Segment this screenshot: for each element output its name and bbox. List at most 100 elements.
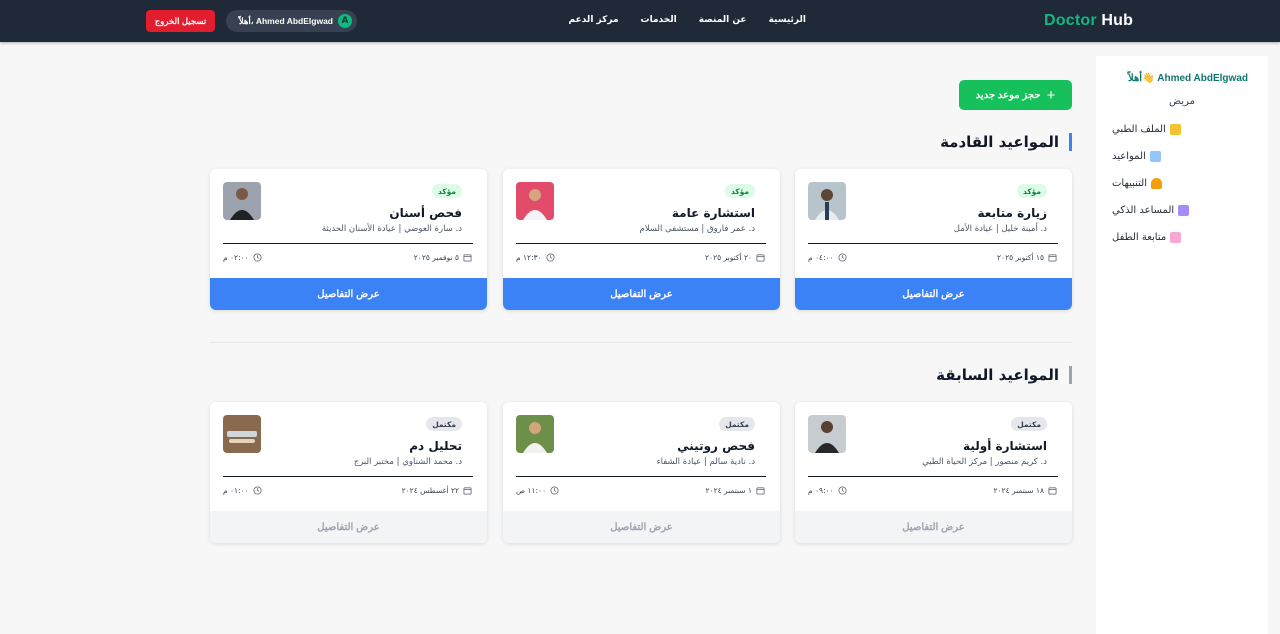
status-badge: مكتمل — [426, 417, 462, 431]
view-details-button[interactable]: عرض التفاصيل — [795, 278, 1072, 310]
doctor-photo — [808, 415, 846, 453]
bell-icon — [1150, 177, 1162, 189]
logo-part2: Hub — [1101, 12, 1134, 29]
appointment-title: فحص روتيني — [677, 439, 755, 453]
sidebar-item-notifications[interactable]: التنبيهات — [1112, 175, 1212, 191]
sidebar: أهلاً👋 Ahmed AbdElgwad مريض الملف الطبي … — [1096, 56, 1268, 634]
clock-icon — [253, 486, 262, 495]
appointment-time: ٠٩:٠٠ م — [808, 486, 847, 495]
calendar-icon — [756, 487, 765, 495]
appointment-title: فحص أسنان — [389, 206, 462, 220]
nav-services[interactable]: الخدمات — [641, 15, 677, 25]
sidebar-item-label: المواعيد — [1112, 150, 1146, 162]
nav-support[interactable]: مركز الدعم — [569, 15, 619, 25]
doctor-photo — [223, 182, 261, 220]
time-text: ٠٩:٠٠ م — [808, 486, 834, 495]
calendar-icon — [1149, 150, 1161, 162]
time-text: ١٢:٣٠ م — [516, 253, 542, 262]
appointment-card: مكتمل استشارة أولية د. كريم منصور | مركز… — [795, 402, 1072, 543]
appointment-title: زيارة متابعة — [977, 206, 1047, 220]
baby-bottle-icon — [1170, 231, 1182, 243]
calendar-icon — [463, 254, 472, 262]
logo-part1: Doctor — [1044, 12, 1097, 29]
avatar: A — [338, 14, 352, 28]
sidebar-item-appointments[interactable]: المواعيد — [1112, 148, 1212, 164]
time-text: ٠٤:٠٠ م — [808, 253, 834, 262]
view-details-button[interactable]: عرض التفاصيل — [503, 511, 780, 543]
main-nav: الرئيسية عن المنصة الخدمات مركز الدعم — [569, 15, 806, 25]
status-badge: مكتمل — [1011, 417, 1047, 431]
divider — [516, 476, 766, 477]
sidebar-item-medical-file[interactable]: الملف الطبي — [1112, 121, 1212, 137]
sidebar-item-label: متابعة الطفل — [1112, 231, 1167, 243]
calendar-icon — [1048, 254, 1057, 262]
appointment-date: ١٥ أكتوبر ٢٠٢٥ — [997, 253, 1057, 262]
past-section-title: المواعيد السابقة — [936, 366, 1072, 384]
doctor-info: د. محمد الشناوي | مختبر البرج — [353, 457, 462, 467]
calendar-icon — [1048, 487, 1057, 495]
date-text: ١٨ سبتمبر ٢٠٢٤ — [993, 486, 1044, 495]
view-details-button[interactable]: عرض التفاصيل — [210, 278, 487, 310]
doctor-info: د. كريم منصور | مركز الحياة الطبي — [922, 457, 1047, 467]
book-appointment-button[interactable]: + حجز موعد جديد — [959, 80, 1072, 110]
appointment-time: ١١:٠٠ ص — [516, 486, 559, 495]
appointment-date: ٥ نوفمبر ٢٠٢٥ — [414, 253, 472, 262]
status-badge: مكتمل — [719, 417, 755, 431]
appointment-date: ٢٠ أكتوبر ٢٠٢٥ — [705, 253, 765, 262]
appointment-card: مؤكد زيارة متابعة د. أمينة خليل | عيادة … — [795, 169, 1072, 310]
logo[interactable]: Doctor Hub — [1044, 12, 1133, 30]
user-role: مريض — [1169, 96, 1195, 107]
view-details-button[interactable]: عرض التفاصيل — [503, 278, 780, 310]
time-text: ٠١:٠٠ م — [223, 486, 249, 495]
status-badge: مؤكد — [431, 184, 462, 198]
appointment-time: ٠٤:٠٠ م — [808, 253, 847, 262]
doctor-photo — [808, 182, 846, 220]
appointment-card: مؤكد فحص أسنان د. سارة العوضي | عيادة ال… — [210, 169, 487, 310]
book-appointment-label: حجز موعد جديد — [975, 89, 1041, 101]
appointment-title: استشارة عامة — [671, 206, 755, 220]
clock-icon — [838, 253, 847, 262]
clock-icon — [550, 486, 559, 495]
view-details-button[interactable]: عرض التفاصيل — [210, 511, 487, 543]
divider — [223, 243, 473, 244]
lab-photo — [223, 415, 261, 453]
appointment-time: ٠٢:٠٠ م — [223, 253, 262, 262]
nav-about[interactable]: عن المنصة — [699, 15, 747, 25]
sidebar-item-label: التنبيهات — [1112, 177, 1147, 189]
doctor-photo — [516, 415, 554, 453]
calendar-icon — [463, 487, 472, 495]
sidebar-item-label: الملف الطبي — [1112, 123, 1166, 135]
appointment-date: ١ سبتمبر ٢٠٢٤ — [706, 486, 765, 495]
top-navbar: Doctor Hub الرئيسية عن المنصة الخدمات مر… — [0, 0, 1280, 42]
view-details-button[interactable]: عرض التفاصيل — [795, 511, 1072, 543]
user-menu[interactable]: A أهلاً، Ahmed AbdElgwad — [226, 10, 357, 32]
clock-icon — [546, 253, 555, 262]
time-text: ٠٢:٠٠ م — [223, 253, 249, 262]
sidebar-item-child-followup[interactable]: متابعة الطفل — [1112, 229, 1212, 245]
folder-icon — [1169, 123, 1181, 135]
appointment-time: ٠١:٠٠ م — [223, 486, 262, 495]
appointment-title: تحليل دم — [409, 439, 462, 453]
sidebar-item-smart-assistant[interactable]: المساعد الذكي — [1112, 202, 1212, 218]
plus-icon: + — [1046, 86, 1056, 104]
date-text: ١ سبتمبر ٢٠٢٤ — [705, 486, 752, 495]
divider — [808, 476, 1058, 477]
sidebar-item-label: المساعد الذكي — [1112, 204, 1175, 216]
logout-button[interactable]: تسجيل الخروج — [146, 10, 215, 32]
nav-home[interactable]: الرئيسية — [769, 15, 806, 25]
doctor-info: د. عمر فاروق | مستشفى السلام — [639, 224, 755, 234]
robot-icon — [1178, 204, 1190, 216]
date-text: ١٥ أكتوبر ٢٠٢٥ — [997, 253, 1044, 262]
status-badge: مؤكد — [724, 184, 755, 198]
sidebar-greeting: أهلاً👋 Ahmed AbdElgwad — [1127, 73, 1248, 84]
doctor-photo — [516, 182, 554, 220]
clock-icon — [253, 253, 262, 262]
divider — [516, 243, 766, 244]
date-text: ٥ نوفمبر ٢٠٢٥ — [413, 253, 459, 262]
appointment-title: استشارة أولية — [963, 439, 1047, 453]
calendar-icon — [756, 254, 765, 262]
appointment-card: مكتمل فحص روتيني د. نادية سالم | عيادة ا… — [503, 402, 780, 543]
date-text: ٢٢ أغسطس ٢٠٢٤ — [401, 486, 459, 495]
divider — [223, 476, 473, 477]
time-text: ١١:٠٠ ص — [516, 486, 547, 495]
